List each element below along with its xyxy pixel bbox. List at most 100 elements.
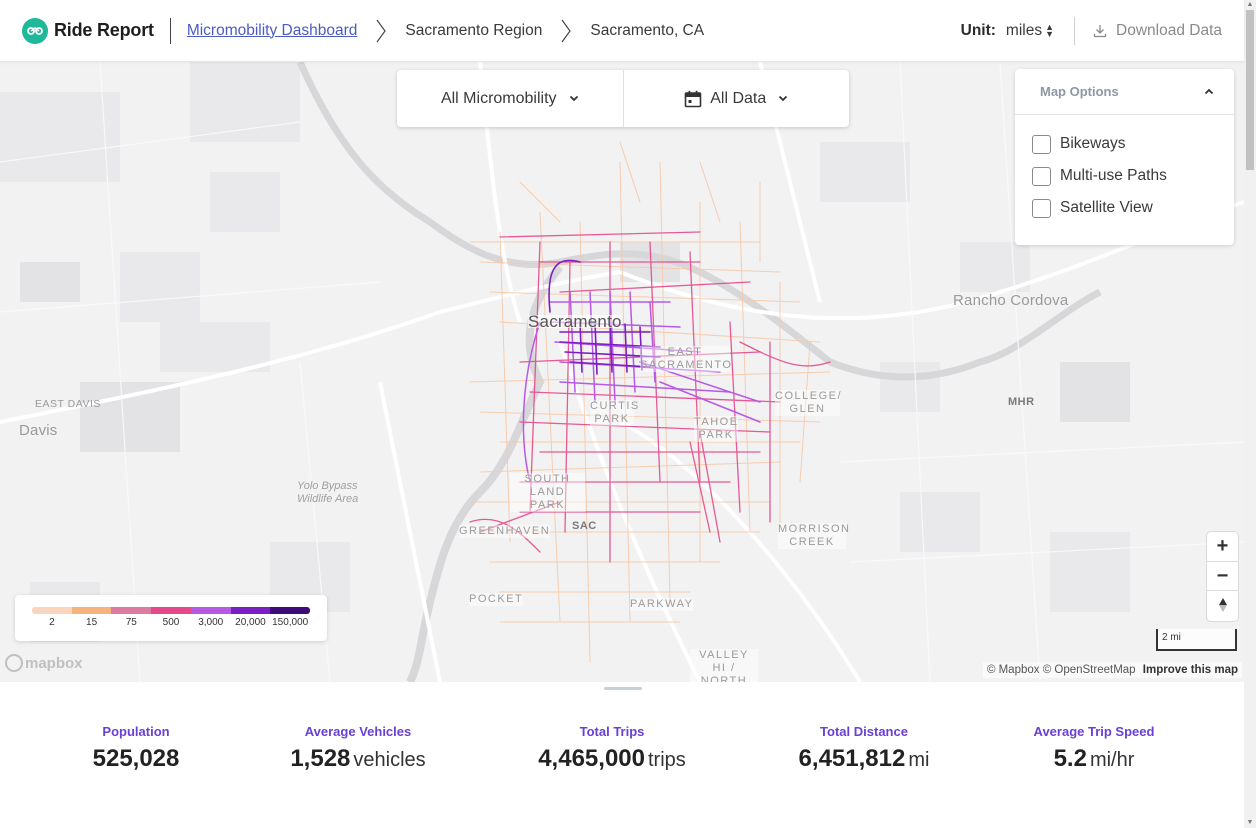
panel-drag-handle[interactable] xyxy=(604,687,642,690)
map-label-greenhaven: GREENHAVEN xyxy=(459,525,551,538)
date-filter-dropdown[interactable]: All Data xyxy=(622,70,850,127)
stat-value: 5.2 mi/hr xyxy=(1053,745,1135,772)
legend-swatch xyxy=(71,607,112,614)
stat-total-trips: Total Trips 4,465,000 trips xyxy=(538,724,686,773)
mode-filter-value: All Micromobility xyxy=(440,89,557,107)
map-options-list: Bikeways Multi-use Paths Satellite View xyxy=(1015,115,1234,224)
stat-value: 1,528 vehicles xyxy=(290,745,426,772)
legend-swatch xyxy=(190,607,231,614)
option-bikeways[interactable]: Bikeways xyxy=(1015,128,1234,160)
page: Ride Report Micromobility Dashboard Sacr… xyxy=(0,0,1256,828)
stat-value: 4,465,000 trips xyxy=(538,745,686,772)
option-multi-use-paths[interactable]: Multi-use Paths xyxy=(1015,160,1234,192)
option-satellite-view[interactable]: Satellite View xyxy=(1015,192,1234,224)
breadcrumb-chevron-icon xyxy=(561,19,572,42)
stat-unit: vehicles xyxy=(353,749,426,771)
option-label: Bikeways xyxy=(1060,135,1126,152)
map-label-college-glen: COLLEGE/ GLEN xyxy=(775,390,843,416)
map-label-sacramento: Sacramento xyxy=(528,312,622,331)
trip-density-legend: 2 15 75 500 3,000 20,000 150,000 xyxy=(15,595,327,641)
legend-tick-label: 150,000 xyxy=(272,617,309,628)
map-label-tahoe-park: TAHOE PARK xyxy=(694,416,739,442)
map-label-yolo-bypass: Yolo Bypass Wildlife Area xyxy=(297,480,359,505)
legend-tick-label: 15 xyxy=(86,617,98,628)
bikeways-checkbox[interactable] xyxy=(1032,134,1051,154)
legend-tick-label: 3,000 xyxy=(198,617,224,628)
legend-ticks: 2 15 75 500 3,000 20,000 150,000 xyxy=(32,617,310,628)
legend-tick-label: 2 xyxy=(49,617,55,628)
unit-label: Unit: xyxy=(960,22,996,39)
map-canvas[interactable]: Sacramento EAST SACRAMENTO COLLEGE/ GLEN… xyxy=(0,62,1244,682)
option-label: Multi-use Paths xyxy=(1060,167,1167,184)
legend-tick-label: 500 xyxy=(162,617,180,628)
legend-swatch xyxy=(111,607,152,614)
header-actions: Unit: miles ▲ ▼ Download Data xyxy=(961,0,1222,62)
stat-unit: mi/hr xyxy=(1089,749,1135,771)
legend-tick-label: 75 xyxy=(125,617,137,628)
breadcrumb-chevron-icon xyxy=(376,19,387,42)
map-attribution: © Mapbox © OpenStreetMap Improve this ma… xyxy=(982,662,1242,678)
stat-value: 525,028 xyxy=(92,745,180,772)
stat-unit: trips xyxy=(647,749,686,771)
improve-map-link[interactable]: Improve this map xyxy=(1143,664,1238,676)
stat-label: Average Trip Speed xyxy=(1033,724,1155,739)
map-label-parkway: PARKWAY xyxy=(630,598,694,611)
top-nav: Ride Report Micromobility Dashboard Sacr… xyxy=(0,0,1244,62)
summary-stats-panel: Population 525,028 Average Vehicles 1,52… xyxy=(0,682,1244,828)
divider xyxy=(169,17,171,44)
satellite-view-checkbox[interactable] xyxy=(1032,198,1051,218)
chevron-down-icon xyxy=(779,95,788,102)
legend-swatch xyxy=(151,607,191,614)
map-label-mhr: MHR xyxy=(1008,396,1035,408)
map-label-rancho-cordova: Rancho Cordova xyxy=(953,292,1069,309)
map-label-davis: Davis xyxy=(19,422,58,439)
mode-filter-dropdown[interactable]: All Micromobility xyxy=(397,70,623,127)
sort-arrows-icon: ▲ ▼ xyxy=(1045,22,1055,39)
option-label: Satellite View xyxy=(1060,199,1153,216)
map-label-south-land-park: SOUTH LAND PARK xyxy=(510,473,585,512)
map-label-east-sacramento: EAST SACRAMENTO xyxy=(640,346,733,372)
map-label-east-davis: EAST DAVIS xyxy=(35,398,101,410)
map-label-sac-airport: SAC xyxy=(572,520,597,532)
zoom-out-button[interactable]: − xyxy=(1207,561,1238,590)
legend-swatch xyxy=(270,607,310,614)
download-data-button[interactable]: Download Data xyxy=(1093,22,1222,40)
map-label-pocket: POCKET xyxy=(469,593,524,606)
unit-select[interactable]: miles ▲ ▼ xyxy=(1006,22,1054,40)
chevron-up-icon xyxy=(1204,88,1214,95)
breadcrumb-micromobility-dashboard[interactable]: Micromobility Dashboard xyxy=(187,22,358,40)
mapbox-logo[interactable]: mapbox xyxy=(5,654,83,672)
calendar-icon xyxy=(684,90,702,107)
zoom-in-button[interactable]: + xyxy=(1207,532,1238,561)
stat-total-distance: Total Distance 6,451,812 mi xyxy=(799,724,930,773)
brand[interactable]: Ride Report xyxy=(22,17,154,44)
scroll-thumb[interactable] xyxy=(1246,10,1254,170)
filter-bar: All Micromobility All Data xyxy=(397,70,849,127)
stat-label: Population xyxy=(102,724,170,739)
map-label-valley-hi: VALLEY HI / NORTH LAGUNA xyxy=(690,649,758,682)
download-label: Download Data xyxy=(1116,22,1222,39)
page-scrollbar[interactable]: ▲ ▼ xyxy=(1244,0,1256,828)
multi-use-paths-checkbox[interactable] xyxy=(1032,166,1051,186)
scroll-up-arrow-icon[interactable]: ▲ xyxy=(1246,1,1254,9)
reset-bearing-button[interactable] xyxy=(1207,590,1238,619)
unit-value: miles xyxy=(1005,22,1043,39)
legend-swatch xyxy=(32,607,72,614)
map-scale-bar: 2 mi xyxy=(1156,629,1237,651)
download-icon xyxy=(1093,25,1107,38)
map-options-toggle[interactable]: Map Options xyxy=(1015,69,1234,115)
attribution-text[interactable]: © Mapbox © OpenStreetMap xyxy=(987,664,1136,676)
breadcrumb-sacramento-region[interactable]: Sacramento Region xyxy=(405,22,542,40)
breadcrumb-sacramento-ca: Sacramento, CA xyxy=(590,21,705,39)
stat-label: Average Vehicles xyxy=(304,724,412,739)
date-filter-value: All Data xyxy=(710,89,767,107)
mapbox-wordmark: mapbox xyxy=(25,654,83,672)
ride-report-logo-icon xyxy=(22,17,48,44)
map-label-curtis-park: CURTIS PARK xyxy=(590,400,640,426)
legend-color-scale xyxy=(32,607,310,614)
map-label-morrison-creek: MORRISON CREEK xyxy=(778,523,851,549)
stat-label: Total Trips xyxy=(579,724,645,739)
map-options-panel: Map Options Bikeways Multi-use Paths Sat… xyxy=(1015,69,1234,245)
scroll-down-arrow-icon[interactable]: ▼ xyxy=(1246,819,1254,827)
chevron-down-icon xyxy=(569,95,578,102)
